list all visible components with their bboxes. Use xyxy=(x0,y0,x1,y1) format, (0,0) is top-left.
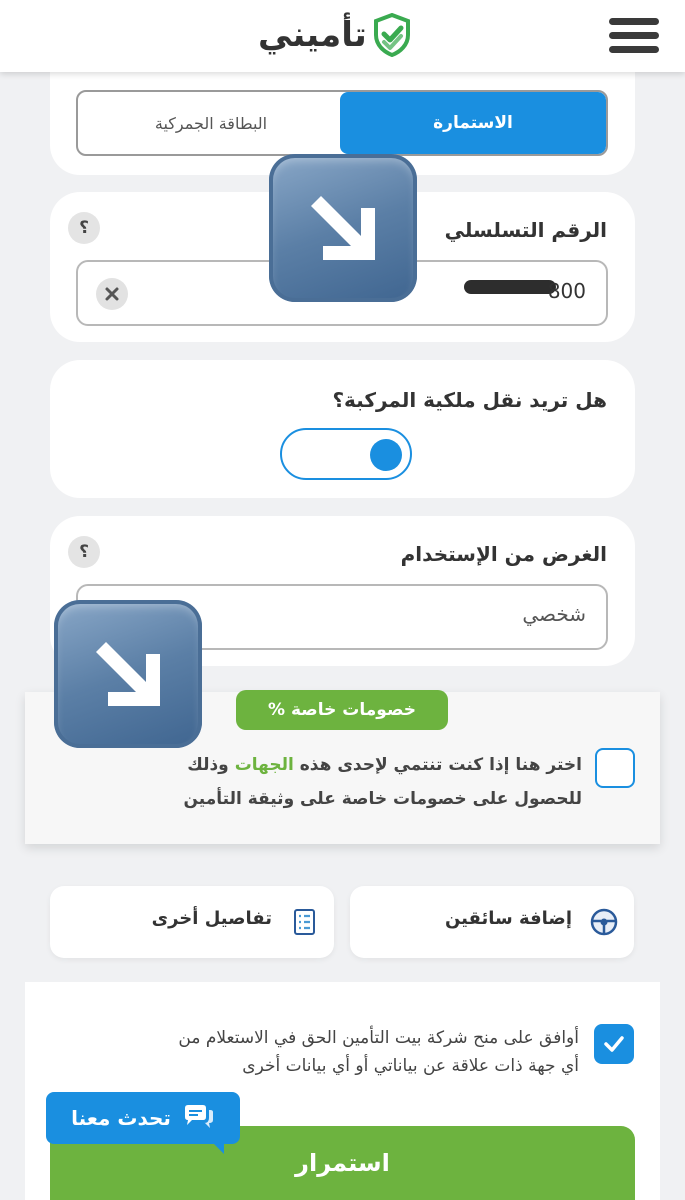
arrow-sticker-icon xyxy=(54,600,202,748)
help-icon[interactable]: ؟ xyxy=(68,212,100,244)
serial-number-value: 800 xyxy=(547,279,586,303)
shield-check-icon xyxy=(373,13,410,57)
discount-checkbox[interactable] xyxy=(595,748,635,788)
chat-bubbles-icon xyxy=(184,1105,213,1128)
document-type-segmented-control: البطاقة الجمركية الاستمارة xyxy=(76,90,608,156)
discount-text-pre: اختر هنا إذا كنت تنتمي لإحدى هذه xyxy=(299,755,582,775)
close-icon xyxy=(105,287,119,301)
app-header: تأميني xyxy=(0,0,685,72)
menu-bar xyxy=(609,18,659,25)
steering-wheel-icon xyxy=(590,908,618,936)
transfer-ownership-toggle[interactable] xyxy=(280,428,412,480)
consent-text: أوافق على منح شركة بيت التأمين الحق في ا… xyxy=(39,1024,579,1080)
menu-bar xyxy=(609,46,659,53)
special-discounts-badge: خصومات خاصة % xyxy=(236,690,448,730)
registration-form-option[interactable]: الاستمارة xyxy=(340,92,606,154)
consent-checkbox[interactable] xyxy=(594,1024,634,1064)
other-details-label: تفاصيل أخرى xyxy=(151,908,272,929)
redaction-mark xyxy=(464,280,556,294)
checkmark-icon xyxy=(604,1036,624,1052)
arrow-down-right-icon xyxy=(96,642,160,706)
add-drivers-label: إضافة سائقين xyxy=(444,908,572,929)
help-icon[interactable]: ؟ xyxy=(68,536,100,568)
discount-text: اختر هنا إذا كنت تنتمي لإحدى هذه الجهات … xyxy=(62,748,582,816)
consent-text-line-2: أي جهة ذات علاقة عن بياناتي أو أي بيانات… xyxy=(242,1056,579,1076)
discount-text-line-2: للحصول على خصومات خاصة على وثيقة التأمين xyxy=(183,789,582,809)
chat-bubble-tail xyxy=(210,1140,224,1154)
usage-purpose-value: شخصي xyxy=(522,602,586,626)
add-drivers-tile[interactable]: إضافة سائقين xyxy=(350,886,634,958)
customs-card-option[interactable]: البطاقة الجمركية xyxy=(78,92,344,154)
logo[interactable]: تأميني xyxy=(258,10,411,60)
other-details-tile[interactable]: تفاصيل أخرى xyxy=(50,886,334,958)
logo-text: تأميني xyxy=(258,15,367,55)
consent-text-line-1: أوافق على منح شركة بيت التأمين الحق في ا… xyxy=(178,1028,579,1048)
chat-label: تحدث معنا xyxy=(71,1106,171,1130)
arrow-down-right-icon xyxy=(311,196,375,260)
usage-purpose-title: الغرض من الإستخدام xyxy=(400,542,607,566)
toggle-knob xyxy=(370,439,402,471)
list-details-icon xyxy=(294,909,315,935)
discount-text-post: وذلك xyxy=(187,755,229,775)
serial-number-title: الرقم التسلسلي xyxy=(444,218,607,242)
entities-link[interactable]: الجهات xyxy=(235,755,294,775)
clear-input-button[interactable] xyxy=(96,278,128,310)
transfer-ownership-card: هل تريد نقل ملكية المركبة؟ xyxy=(50,360,635,498)
menu-bar xyxy=(609,32,659,39)
transfer-ownership-question: هل تريد نقل ملكية المركبة؟ xyxy=(332,388,607,412)
arrow-sticker-icon xyxy=(269,154,417,302)
chat-with-us-button[interactable]: تحدث معنا xyxy=(46,1092,240,1144)
discount-text-line-1: اختر هنا إذا كنت تنتمي لإحدى هذه الجهات … xyxy=(62,748,582,782)
hamburger-menu-button[interactable] xyxy=(609,18,659,54)
